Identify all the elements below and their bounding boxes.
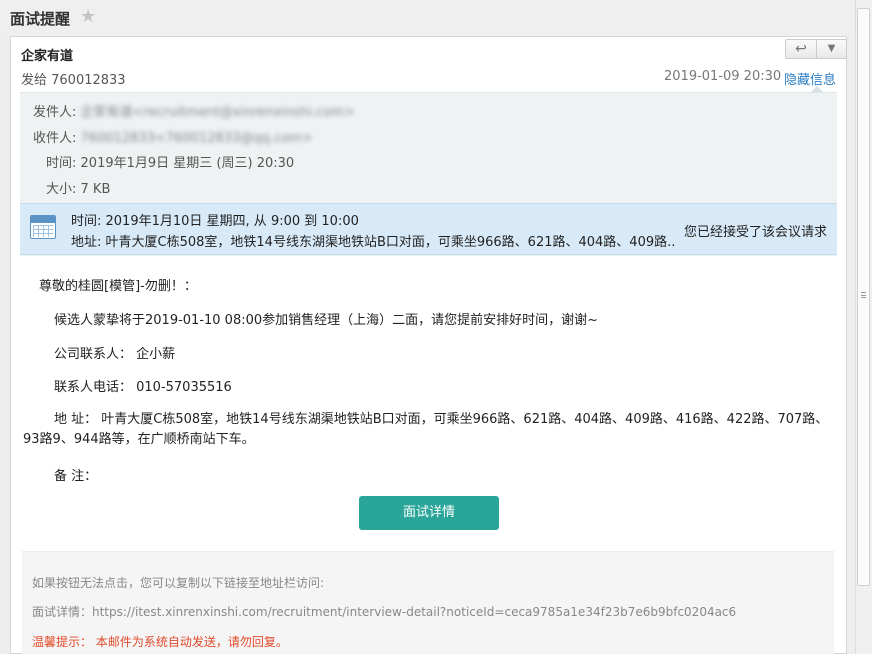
size-row: 大小: 7 KB <box>46 178 110 197</box>
size-label: 大小: <box>46 182 77 197</box>
intro-text: 候选人蒙挚将于2019-01-10 08:00参加销售经理（上海）二面，请您提前… <box>54 313 599 328</box>
to-value[interactable]: 760012833<760012833@qq.com> <box>81 131 313 146</box>
reply-icon: ↩ <box>795 41 807 57</box>
meeting-address: 地址: 叶青大厦C栋508室，地铁14号线东湖渠地铁站B口对面，可乘坐966路、… <box>71 235 676 250</box>
interview-details-button[interactable]: 面试详情 <box>359 496 499 530</box>
size-value: 7 KB <box>80 182 111 197</box>
time-label: 时间: <box>46 156 77 171</box>
hide-info-link[interactable]: 隐藏信息 <box>784 69 836 88</box>
time-value: 2019年1月9日 星期三 (周三) 20:30 <box>80 156 295 171</box>
calendar-icon <box>30 215 56 239</box>
greeting: 尊敬的桂圆[模管]-勿删！： <box>39 279 197 294</box>
from-label: 发件人: <box>33 105 77 120</box>
footer-link[interactable]: 面试详情：https://itest.xinrenxinshi.com/recr… <box>32 603 736 620</box>
footer-warning: 温馨提示： 本邮件为系统自动发送，请勿回复。 <box>32 635 288 649</box>
remark-label: 备 注： <box>54 469 98 484</box>
to-label: 收件人: <box>33 131 77 146</box>
chevron-down-icon: ▼ <box>827 43 836 54</box>
meeting-status: 您已经接受了该会议请求 <box>684 225 828 240</box>
reply-button-group: ↩ ▼ <box>785 39 847 59</box>
contact-person: 公司联系人： 企小薪 <box>54 347 176 362</box>
scrollbar-grip-icon <box>861 292 866 298</box>
from-value[interactable]: 企家有道<recruitment@xinrenxinshi.com> <box>81 105 355 120</box>
window-title: 面试提醒 <box>10 10 71 28</box>
star-icon[interactable]: ★ <box>80 6 96 27</box>
contact-phone: 联系人电话： 010-57035516 <box>54 380 232 395</box>
recipient-summary: 发给 760012833 <box>21 73 126 88</box>
footer-hint: 如果按钮无法点击，您可以复制以下链接至地址栏访问: <box>32 576 325 590</box>
mail-panel: 企家有道 发给 760012833 ↩ ▼ 2019-01-09 20:30 隐… <box>10 36 847 654</box>
more-actions-button[interactable]: ▼ <box>817 40 846 58</box>
time-row: 时间: 2019年1月9日 星期三 (周三) 20:30 <box>46 152 294 171</box>
window-titlebar: 面试提醒 ★ <box>0 0 872 36</box>
meeting-time: 时间: 2019年1月10日 星期四, 从 9:00 到 10:00 <box>71 214 359 229</box>
mail-details: 发件人: 企家有道<recruitment@xinrenxinshi.com> … <box>20 92 837 256</box>
to-row: 收件人: 760012833<760012833@qq.com> <box>33 127 313 146</box>
reply-button[interactable]: ↩ <box>786 40 817 58</box>
sender-name: 企家有道 <box>21 49 74 64</box>
mail-footer: 如果按钮无法点击，您可以复制以下链接至地址栏访问: 面试详情：https://i… <box>22 551 834 654</box>
meeting-invite: 时间: 2019年1月10日 星期四, 从 9:00 到 10:00 地址: 叶… <box>20 203 837 255</box>
from-row: 发件人: 企家有道<recruitment@xinrenxinshi.com> <box>33 101 355 120</box>
mail-datetime: 2019-01-09 20:30 <box>664 69 782 84</box>
address-text: 地 址： 叶青大厦C栋508室，地铁14号线东湖渠地铁站B口对面，可乘坐966路… <box>23 412 829 447</box>
